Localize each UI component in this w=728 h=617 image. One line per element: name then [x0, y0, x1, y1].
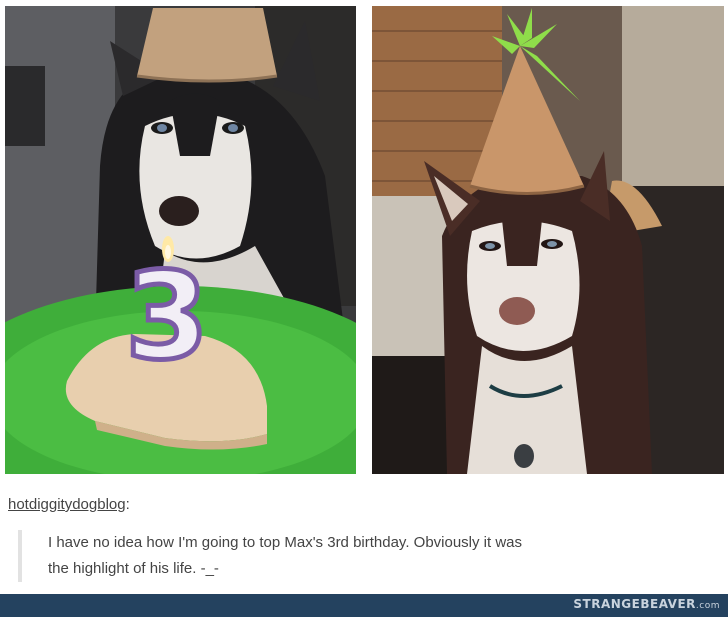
quote-line: the highlight of his life. -_-	[48, 560, 219, 577]
watermark-brand: STRANGEBEAVER	[573, 597, 696, 611]
photo-dog-with-cake: 3	[5, 6, 356, 474]
quote-line: I have no idea how I'm going to top Max'…	[48, 534, 523, 551]
photo-dog-with-party-hat	[372, 6, 724, 474]
footer-bar: STRANGEBEAVER.com	[0, 594, 728, 617]
post-attribution: hotdiggitydogblog:	[8, 496, 130, 513]
username-suffix: :	[125, 496, 130, 513]
username-link[interactable]: hotdiggitydogblog	[8, 496, 126, 513]
post-quote: I have no idea how I'm going to top Max'…	[18, 530, 728, 582]
candle-number: 3	[125, 248, 209, 387]
watermark: STRANGEBEAVER.com	[573, 597, 720, 611]
watermark-domain: .com	[695, 601, 720, 611]
